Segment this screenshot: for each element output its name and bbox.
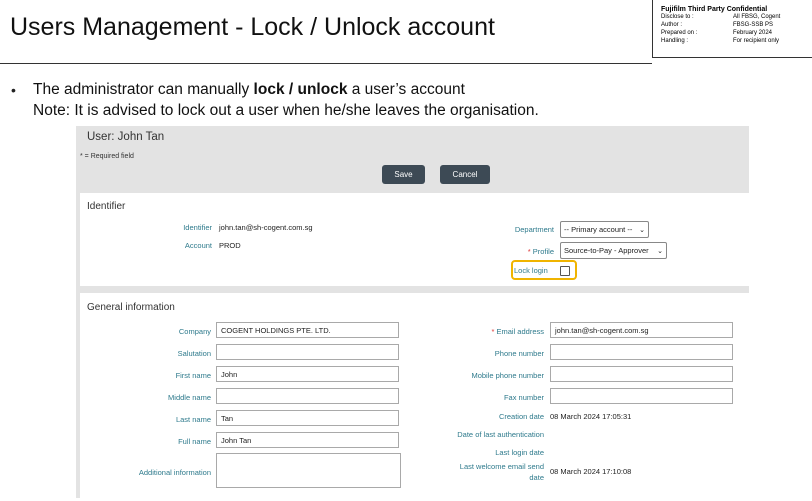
- welcome-email-value: 08 March 2024 17:10:08: [550, 467, 632, 476]
- identifier-label: Identifier: [183, 223, 212, 232]
- conf-value: FBSG-SSB PS: [733, 22, 774, 28]
- identifier-panel: [80, 193, 749, 286]
- department-select[interactable]: -- Primary account -- ⌄: [560, 221, 649, 238]
- middle-name-input[interactable]: [216, 388, 399, 404]
- slide-title: Users Management - Lock / Unlock account: [10, 13, 495, 41]
- additional-info-label: Additional information: [138, 468, 211, 477]
- bullet-note: Note: It is advised to lock out a user w…: [33, 102, 539, 119]
- salutation-label: Salutation: [177, 349, 211, 358]
- fax-input[interactable]: [550, 388, 733, 404]
- chevron-down-icon: ⌄: [657, 247, 663, 255]
- conf-value: February 2024: [733, 30, 773, 36]
- bullet-text: The administrator can manually lock / un…: [33, 81, 465, 98]
- full-name-input[interactable]: John Tan: [216, 432, 399, 448]
- identifier-section-title: Identifier: [87, 201, 126, 212]
- last-auth-label: Date of last authentication: [457, 430, 544, 439]
- confidentiality-heading: Fujifilm Third Party Confidential: [661, 6, 768, 13]
- general-section-title: General information: [87, 302, 175, 313]
- lock-login-checkbox[interactable]: [560, 266, 570, 276]
- creation-date-value: 08 March 2024 17:05:31: [550, 412, 632, 421]
- company-input[interactable]: COGENT HOLDINGS PTE. LTD.: [216, 322, 399, 338]
- lock-login-label: Lock login: [514, 266, 548, 275]
- conf-value: For recipient only: [733, 38, 780, 44]
- mobile-label: Mobile phone number: [471, 371, 544, 380]
- mobile-input[interactable]: [550, 366, 733, 382]
- fax-label: Fax number: [503, 393, 544, 402]
- first-name-input[interactable]: John: [216, 366, 399, 382]
- chevron-down-icon: ⌄: [639, 226, 645, 234]
- title-divider: [0, 63, 652, 64]
- save-button[interactable]: Save: [382, 165, 425, 184]
- conf-value: All FBSG, Cogent: [733, 14, 781, 20]
- department-label: Department: [514, 225, 554, 234]
- phone-label: Phone number: [494, 349, 544, 358]
- last-name-input[interactable]: Tan: [216, 410, 399, 426]
- conf-label: Author :: [661, 22, 683, 28]
- form-title: User: John Tan: [87, 131, 165, 143]
- salutation-input[interactable]: [216, 344, 399, 360]
- bullet-dot: •: [11, 82, 16, 98]
- identifier-value: john.tan@sh-cogent.com.sg: [219, 223, 313, 232]
- last-login-label: Last login date: [495, 448, 544, 457]
- account-value: PROD: [219, 241, 241, 250]
- conf-label: Handling :: [661, 38, 689, 44]
- conf-label: Disclose to :: [661, 14, 694, 20]
- welcome-email-label-line2: date: [529, 473, 544, 482]
- additional-info-textarea[interactable]: [216, 453, 401, 488]
- creation-date-label: Creation date: [498, 412, 544, 421]
- full-name-label: Full name: [178, 437, 211, 446]
- email-input[interactable]: john.tan@sh-cogent.com.sg: [550, 322, 733, 338]
- profile-label: * Profile: [527, 247, 554, 256]
- conf-label: Prepared on :: [661, 30, 698, 36]
- email-label: * Email address: [491, 327, 544, 336]
- first-name-label: First name: [175, 371, 211, 380]
- cancel-button[interactable]: Cancel: [440, 165, 490, 184]
- profile-select[interactable]: Source-to-Pay - Approver ⌄: [560, 242, 667, 259]
- phone-input[interactable]: [550, 344, 733, 360]
- last-name-label: Last name: [175, 415, 211, 424]
- welcome-email-label-line1: Last welcome email send: [459, 462, 544, 471]
- middle-name-label: Middle name: [168, 393, 211, 402]
- account-label: Account: [184, 241, 212, 250]
- company-label: Company: [178, 327, 211, 336]
- required-note: * = Required field: [80, 153, 134, 160]
